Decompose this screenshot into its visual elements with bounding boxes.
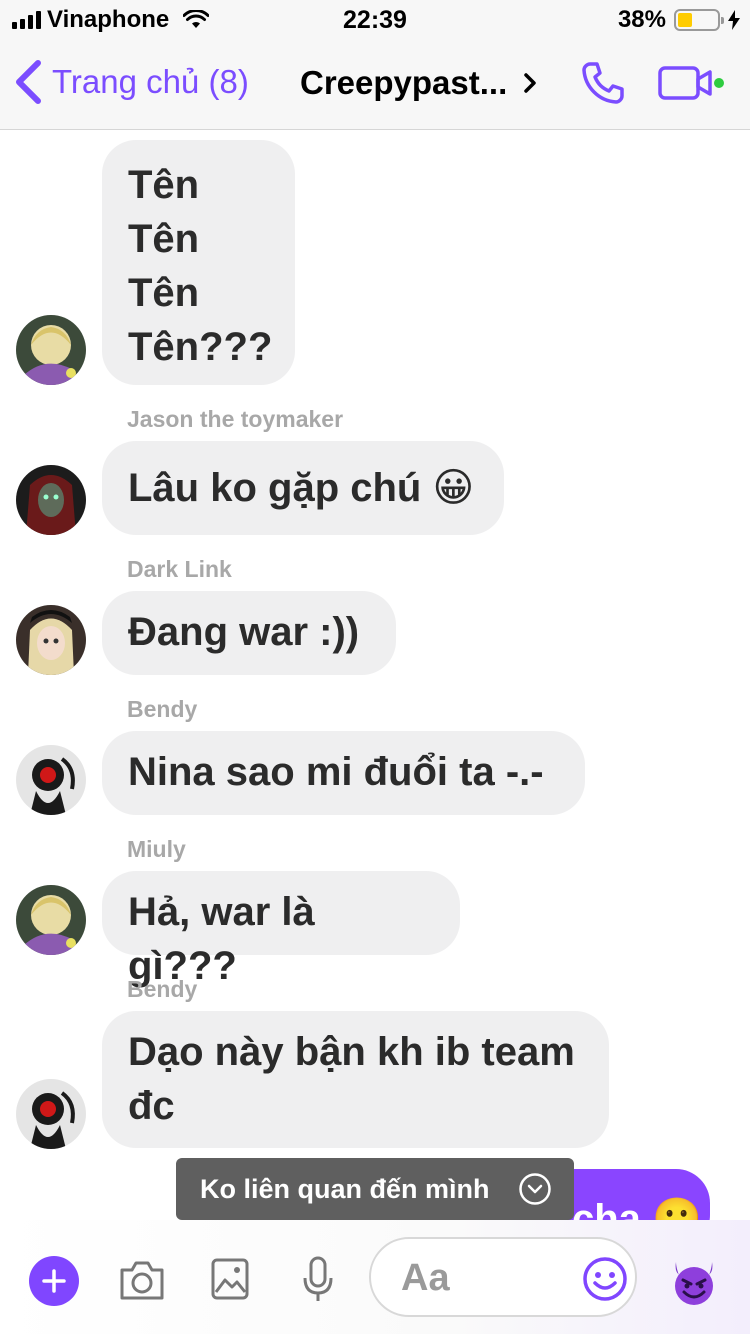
avatar[interactable]: [16, 315, 86, 385]
back-button[interactable]: Trang chủ (8): [14, 60, 249, 104]
chevron-left-icon: [16, 60, 41, 104]
message-text: Lâu ko gặp chú 😀: [128, 466, 475, 510]
avatar-image: [16, 885, 86, 955]
message-line: Tên: [128, 163, 200, 207]
conversation-title-button[interactable]: Creepypast...: [300, 64, 537, 102]
avatar[interactable]: [16, 1079, 86, 1149]
avatar[interactable]: [16, 885, 86, 955]
more-actions-button[interactable]: [29, 1256, 79, 1306]
message-input[interactable]: Aa: [369, 1237, 637, 1317]
avatar-image: [16, 315, 86, 385]
status-bar: Vinaphone 22:39 38%: [0, 0, 750, 40]
back-label: Trang chủ (8): [52, 63, 249, 100]
chevron-right-icon: [524, 73, 536, 93]
message-input-placeholder: Aa: [401, 1257, 450, 1299]
message-bubble[interactable]: Hả, war là gì???: [102, 871, 460, 988]
devil-emoji-icon[interactable]: [670, 1260, 718, 1306]
battery-percent: 38%: [617, 6, 666, 33]
message-list[interactable]: Tên Tên Tên Tên??? Jason the toymaker Lâ…: [0, 130, 750, 1220]
microphone-icon[interactable]: [302, 1256, 334, 1304]
battery-icon: [674, 9, 724, 31]
toast-banner[interactable]: Ko liên quan đến mình: [176, 1158, 574, 1220]
phone-call-icon[interactable]: [580, 60, 626, 106]
message-bubble[interactable]: Dạo này bận kh ib team đc: [102, 1011, 609, 1148]
sender-name: Dark Link: [127, 556, 232, 582]
message-text: Đang war :)): [128, 610, 360, 654]
status-right: 38%: [618, 6, 740, 34]
message-line: Tên: [128, 271, 200, 315]
message-line: Tên???: [128, 325, 273, 369]
charging-bolt-icon: [728, 10, 740, 30]
conversation-header: Trang chủ (8) Creepypast...: [0, 40, 750, 130]
avatar-image: [16, 745, 86, 815]
avatar[interactable]: [16, 745, 86, 815]
message-line: Tên: [128, 217, 200, 261]
avatar[interactable]: [16, 605, 86, 675]
message-bubble[interactable]: Đang war :)): [102, 591, 396, 675]
emoji-icon[interactable]: [582, 1256, 628, 1302]
sender-name: Bendy: [127, 976, 198, 1002]
message-line: Dạo này bận kh ib team: [128, 1030, 575, 1074]
sender-name: Miuly: [127, 836, 186, 862]
conversation-title: Creepypast...: [300, 64, 508, 101]
avatar-image: [16, 465, 86, 535]
message-bubble[interactable]: Nina sao mi đuổi ta -.-: [102, 731, 585, 815]
composer-bar: Aa: [0, 1220, 750, 1334]
message-line: đc: [128, 1084, 175, 1128]
header-actions: [580, 60, 728, 106]
avatar-image: [16, 605, 86, 675]
message-text: Nina sao mi đuổi ta -.-: [128, 750, 544, 794]
message-bubble[interactable]: Lâu ko gặp chú 😀: [102, 441, 504, 535]
sender-name: Bendy: [127, 696, 198, 722]
avatar[interactable]: [16, 465, 86, 535]
plus-icon: [42, 1269, 66, 1293]
camera-icon[interactable]: [118, 1258, 166, 1302]
video-call-icon[interactable]: [658, 63, 728, 103]
message-text: cha 🙂: [572, 1197, 702, 1220]
sender-name: Jason the toymaker: [127, 406, 344, 432]
chevron-down-circle-icon[interactable]: [518, 1172, 552, 1206]
toast-text: Ko liên quan đến mình: [200, 1173, 490, 1204]
gallery-icon[interactable]: [211, 1258, 249, 1300]
avatar-image: [16, 1079, 86, 1149]
message-bubble[interactable]: Tên Tên Tên Tên???: [102, 140, 295, 385]
